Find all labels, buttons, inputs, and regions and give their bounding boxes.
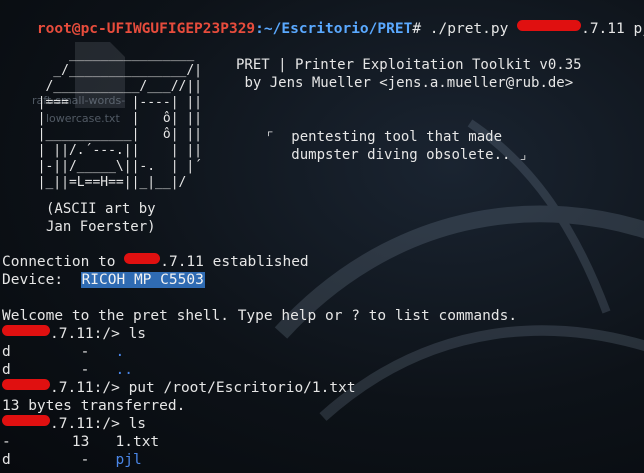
redacted-ip	[517, 20, 582, 31]
shell-prompt-line: .7.11:/> put /root/Escritorio/1.txt	[2, 379, 356, 397]
command-text: ./pret.py	[429, 21, 509, 37]
shell-command: ls	[128, 326, 147, 342]
shell-command: ls	[128, 416, 147, 432]
ls-name: pjl	[115, 452, 142, 468]
ls-size: -	[80, 452, 90, 468]
terminal-window[interactable]: raft-small-words- lowercase.txt root@pc-…	[0, 0, 644, 473]
redacted-ip	[2, 415, 50, 426]
credit-line-2: Jan Foerster)	[46, 219, 156, 235]
banner-author: by Jens Mueller <jens.a.mueller@rub.de>	[244, 75, 574, 91]
protocol-arg: pjl	[633, 21, 644, 37]
ls-row: d - pjl	[2, 451, 142, 469]
shell-prompt: .7.11:/>	[50, 326, 120, 342]
connection-line: Connection to .7.11 established	[2, 253, 309, 271]
connection-prefix: Connection to	[2, 254, 116, 270]
ls-row: - 13 1.txt	[2, 433, 159, 451]
ls-type: d	[2, 362, 11, 378]
device-name-selected[interactable]: RICOH MP C5503	[80, 272, 205, 288]
prompt-path: :~/Escritorio/PRET	[255, 21, 413, 37]
pret-banner: PRET | Printer Exploitation Toolkit v0.3…	[236, 56, 582, 92]
connection-ip-suffix: .7.11	[160, 254, 204, 270]
transfer-message: 13 bytes transferred.	[2, 398, 186, 414]
device-label: Device:	[2, 272, 64, 288]
ls-name: .	[115, 344, 125, 360]
ls-row: d - ..	[2, 361, 133, 379]
ls-name: ..	[115, 362, 133, 378]
connection-status: established	[212, 254, 309, 270]
shell-command: put /root/Escritorio/1.txt	[128, 380, 356, 396]
banner-title: PRET | Printer Exploitation Toolkit v0.3…	[236, 57, 582, 73]
shell-prompt: .7.11:/>	[50, 416, 120, 432]
kali-dragon-watermark	[274, 119, 644, 421]
ls-row: d - .	[2, 343, 124, 361]
ascii-credit: (ASCII art by Jan Foerster)	[46, 200, 156, 236]
redacted-ip	[124, 253, 161, 264]
welcome-line: Welcome to the pret shell. Type help or …	[2, 308, 518, 324]
ls-size: -	[80, 362, 90, 378]
ls-type: -	[2, 434, 11, 450]
shell-prompt-line: .7.11:/> ls	[2, 415, 146, 433]
ls-type: d	[2, 344, 11, 360]
redacted-ip	[2, 379, 50, 390]
device-line: Device: RICOH MP C5503	[2, 271, 205, 289]
shell-prompt-line: .7.11:/> ls	[2, 325, 146, 343]
prompt-user-host: root@pc-UFIWGUFIGEP23P329	[36, 21, 256, 37]
prompt-symbol: #	[412, 21, 422, 37]
tagline-line-1: pentesting tool that made	[291, 129, 503, 145]
ls-size: -	[80, 344, 90, 360]
ascii-art-printer: ________________ _/_______________/| /__…	[37, 47, 203, 190]
tagline-line-2: dumpster diving obsolete..	[291, 147, 511, 163]
ip-suffix: .7.11	[581, 21, 625, 37]
pret-tagline: ⌜ pentesting tool that made dumpster div…	[266, 129, 528, 163]
shell-prompt: .7.11:/>	[50, 380, 120, 396]
ls-name: 1.txt	[115, 434, 160, 450]
credit-line-1: (ASCII art by	[46, 201, 156, 217]
ls-type: d	[2, 452, 11, 468]
ls-size: 13	[71, 434, 90, 450]
redacted-ip	[2, 325, 50, 336]
